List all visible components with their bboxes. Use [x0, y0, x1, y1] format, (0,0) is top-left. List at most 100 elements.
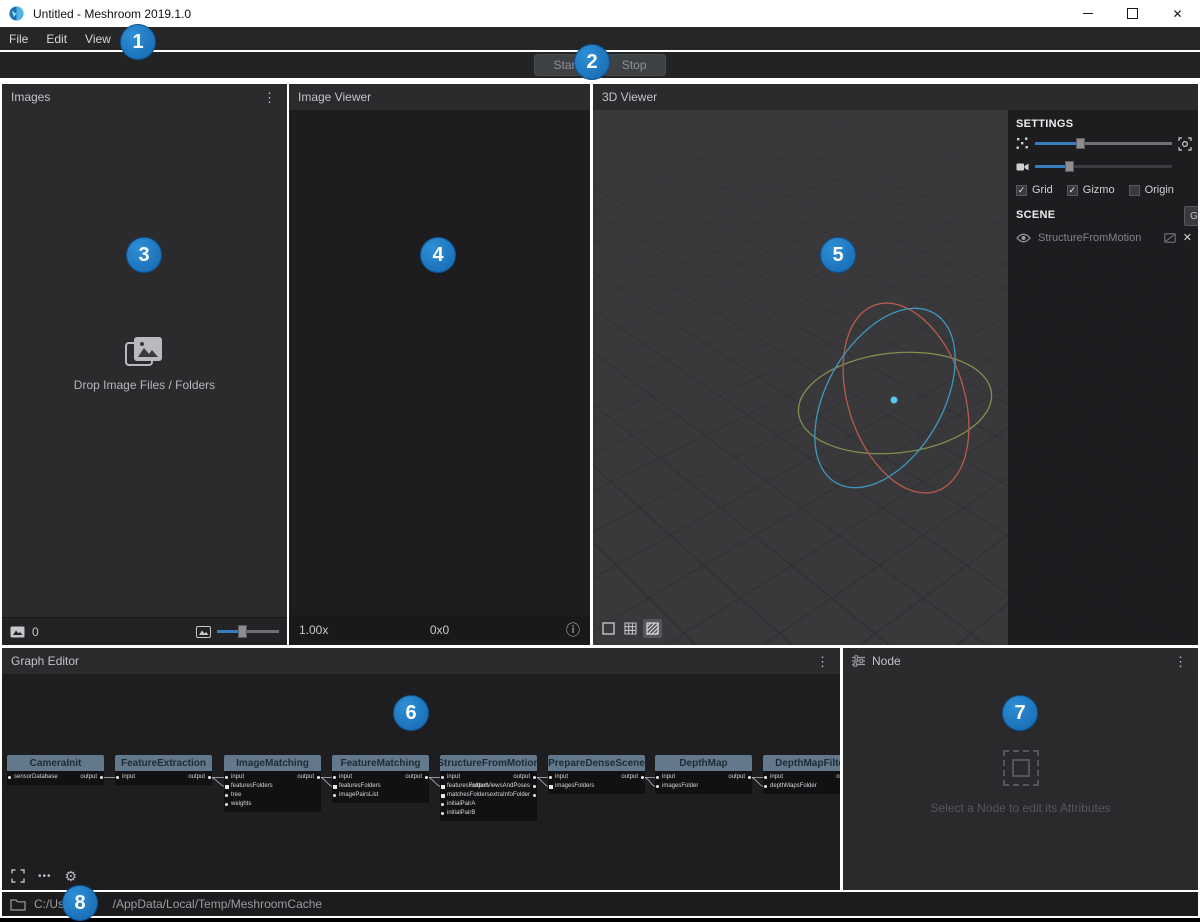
- media-unavailable-icon[interactable]: [1164, 233, 1176, 243]
- checkbox-gizmo[interactable]: ✓Gizmo: [1067, 184, 1115, 196]
- graph-node-title: PrepareDenseScene: [548, 755, 645, 771]
- viewer3d-header: 3D Viewer: [593, 84, 1198, 110]
- input-pin[interactable]: [116, 776, 119, 779]
- graph-node-DepthMapFilter[interactable]: DepthMapFilterinputoutputdepthMapsFolder: [763, 755, 840, 794]
- graph-node-StructureFromMotion[interactable]: StructureFromMotioninputoutputfeaturesFo…: [440, 755, 537, 821]
- graph-node-body: sensorDatabaseoutput: [7, 771, 104, 785]
- hatch-icon: [646, 622, 659, 635]
- image-count-icon: [10, 626, 25, 638]
- input-pin[interactable]: [549, 776, 552, 779]
- checkbox-box[interactable]: [1129, 185, 1140, 196]
- images-menu-button[interactable]: ⋮: [261, 91, 278, 104]
- menu-view[interactable]: View: [76, 27, 120, 50]
- scene-heading: SCENE: [1016, 209, 1055, 221]
- input-pin[interactable]: [225, 776, 228, 779]
- checkbox-box[interactable]: ✓: [1016, 185, 1027, 196]
- checkbox-grid[interactable]: ✓Grid: [1016, 184, 1053, 196]
- checkbox-origin[interactable]: Origin: [1129, 184, 1174, 196]
- image-resolution: 0x0: [289, 623, 590, 637]
- images-panel-title: Images: [11, 90, 50, 104]
- camera-size-slider[interactable]: [1035, 165, 1172, 168]
- menu-edit[interactable]: Edit: [37, 27, 76, 50]
- input-pin[interactable]: [225, 785, 229, 789]
- minimize-button[interactable]: [1065, 0, 1110, 27]
- graph-node-DepthMap[interactable]: DepthMapinputoutputimagesFolder: [655, 755, 752, 794]
- node-panel-menu-button[interactable]: ⋮: [1172, 655, 1189, 668]
- graph-node-PrepareDenseScene[interactable]: PrepareDenseSceneinputoutputimagesFolder…: [548, 755, 645, 794]
- camera-icon: [1016, 162, 1029, 172]
- input-pin[interactable]: [764, 776, 767, 779]
- cache-path-suffix: /AppData/Local/Temp/MeshroomCache: [113, 897, 322, 911]
- input-pin[interactable]: [441, 776, 444, 779]
- output-pin[interactable]: [533, 776, 536, 779]
- graph-settings-icon[interactable]: ⚙: [65, 869, 78, 883]
- graph-node-title: DepthMap: [655, 755, 752, 771]
- graph-node-FeatureExtraction[interactable]: FeatureExtractioninputoutput: [115, 755, 212, 785]
- input-pin[interactable]: [225, 794, 228, 797]
- input-pin[interactable]: [441, 785, 445, 789]
- stop-button[interactable]: Stop: [603, 54, 666, 76]
- input-pin[interactable]: [225, 803, 228, 806]
- input-pin[interactable]: [333, 776, 336, 779]
- input-pin[interactable]: [441, 812, 444, 815]
- output-pin[interactable]: [533, 794, 536, 797]
- input-pin[interactable]: [764, 785, 767, 788]
- input-pin[interactable]: [656, 776, 659, 779]
- annotation-3: 3: [126, 237, 162, 273]
- input-pin[interactable]: [441, 794, 445, 798]
- textured-mode-button[interactable]: [643, 619, 662, 638]
- graph-editor-menu-button[interactable]: ⋮: [814, 655, 831, 668]
- slider-handle[interactable]: [238, 625, 247, 638]
- output-pin[interactable]: [100, 776, 103, 779]
- slider-handle[interactable]: [1076, 138, 1085, 149]
- input-pin[interactable]: [8, 776, 11, 779]
- output-pin[interactable]: [748, 776, 751, 779]
- graph-node-CameraInit[interactable]: CameraInitsensorDatabaseoutput: [7, 755, 104, 785]
- output-pin[interactable]: [317, 776, 320, 779]
- annotation-2: 2: [574, 44, 610, 80]
- annotation-1: 1: [120, 24, 156, 60]
- camera-size-row: [1016, 157, 1192, 176]
- input-pin[interactable]: [333, 794, 336, 797]
- output-pin-label: output: [728, 773, 745, 782]
- output-pin-label: output: [836, 773, 840, 782]
- folder-icon: [10, 898, 26, 911]
- image-viewer-header: Image Viewer: [289, 84, 590, 110]
- output-pin[interactable]: [425, 776, 428, 779]
- input-pin[interactable]: [656, 785, 659, 788]
- scene-item-structurefrommotion[interactable]: StructureFromMotion ✕: [1016, 231, 1192, 244]
- scene-toggle-icon[interactable]: G: [1184, 206, 1198, 226]
- image-drop-zone[interactable]: Drop Image Files / Folders: [74, 335, 215, 392]
- locate-target-icon[interactable]: [1178, 137, 1192, 151]
- close-button[interactable]: ✕: [1155, 0, 1200, 27]
- empty-selection-icon: [1003, 750, 1039, 786]
- info-icon[interactable]: ⓘ: [566, 620, 580, 640]
- viewer3d-viewport[interactable]: SETTINGS: [593, 110, 1198, 645]
- auto-layout-icon[interactable]: •••: [38, 871, 52, 882]
- graph-node-FeatureMatching[interactable]: FeatureMatchinginputoutputfeaturesFolder…: [332, 755, 429, 803]
- slider-handle[interactable]: [1065, 161, 1074, 172]
- input-pin[interactable]: [549, 785, 553, 789]
- wireframe-mode-button[interactable]: [621, 619, 640, 638]
- solid-mode-button[interactable]: [599, 619, 618, 638]
- maximize-button[interactable]: [1110, 0, 1155, 27]
- thumbnail-size-slider[interactable]: [217, 630, 279, 633]
- scene-item-remove-icon[interactable]: ✕: [1183, 231, 1192, 244]
- output-pin[interactable]: [641, 776, 644, 779]
- visibility-eye-icon[interactable]: [1016, 233, 1031, 243]
- input-pin-label: imagesFolder: [662, 782, 698, 791]
- fit-view-icon[interactable]: [11, 869, 25, 883]
- checkbox-box[interactable]: ✓: [1067, 185, 1078, 196]
- bottom-strip: [0, 918, 1200, 922]
- input-pin[interactable]: [333, 785, 337, 789]
- output-pin[interactable]: [533, 785, 536, 788]
- output-pin[interactable]: [208, 776, 211, 779]
- close-icon: ✕: [1172, 8, 1182, 20]
- images-footer: 0: [2, 617, 287, 645]
- point-size-slider[interactable]: [1035, 142, 1172, 145]
- input-pin-label: input: [122, 773, 135, 782]
- input-pin[interactable]: [441, 803, 444, 806]
- menu-file[interactable]: File: [0, 27, 37, 50]
- graph-node-ImageMatching[interactable]: ImageMatchinginputoutputfeaturesFolderst…: [224, 755, 321, 812]
- solid-square-icon: [602, 622, 615, 635]
